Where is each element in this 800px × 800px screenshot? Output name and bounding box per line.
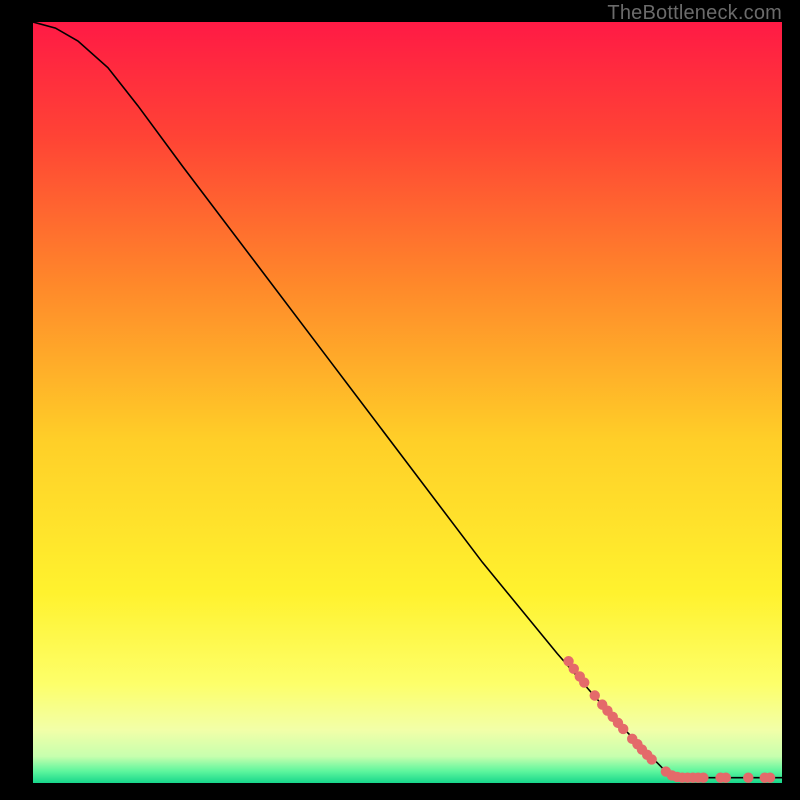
chart-stage: TheBottleneck.com xyxy=(0,0,800,800)
plot-area xyxy=(33,22,782,783)
watermark-text: TheBottleneck.com xyxy=(607,2,782,25)
background-gradient xyxy=(33,22,782,783)
